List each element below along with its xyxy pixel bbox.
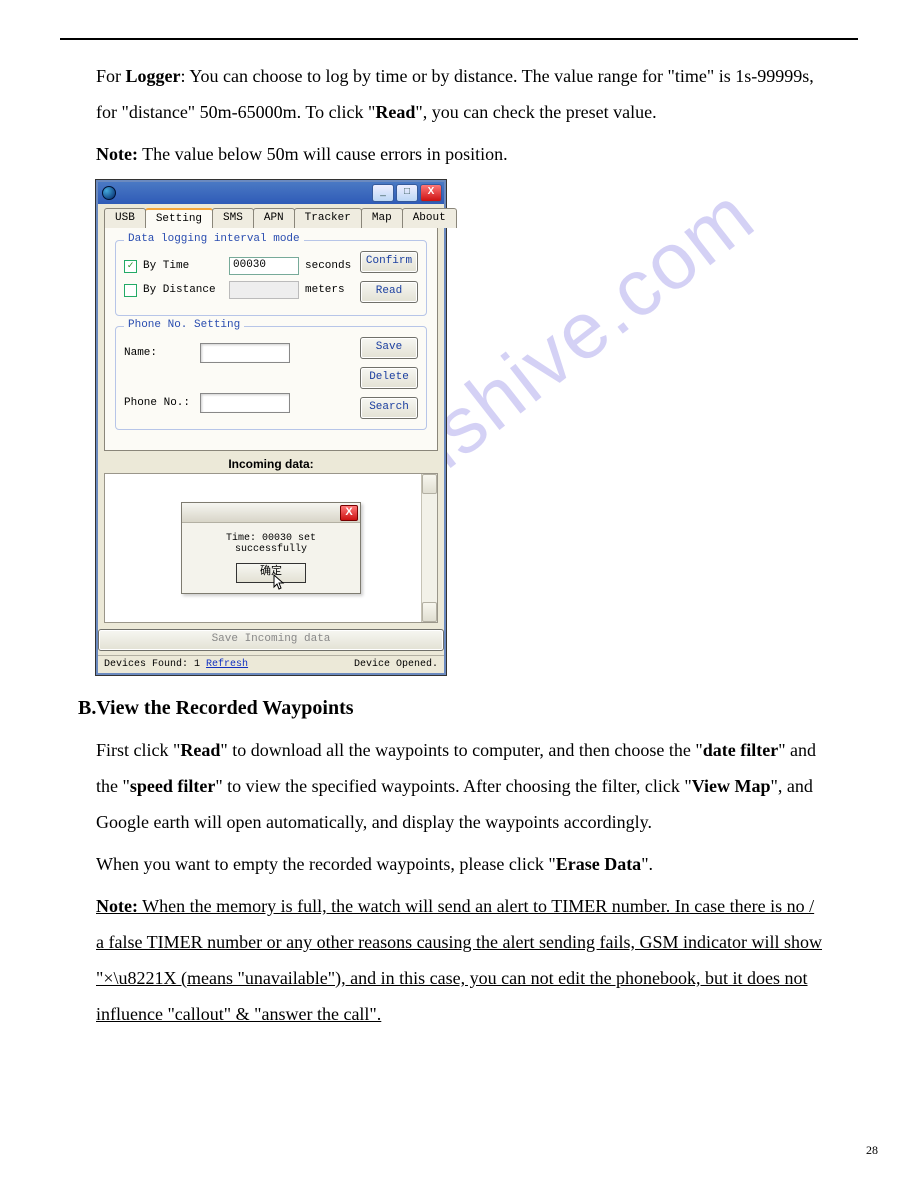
- close-button[interactable]: X: [420, 184, 442, 202]
- cursor-icon: [273, 574, 287, 592]
- page-number: 28: [866, 1143, 878, 1158]
- t: speed filter: [130, 776, 215, 796]
- intro-paragraphs: For Logger: You can choose to log by tim…: [96, 58, 822, 172]
- t: ", you can check the preset value.: [415, 102, 656, 122]
- section-b-body: First click "Read" to download all the w…: [96, 732, 822, 1032]
- t: date filter: [703, 740, 778, 760]
- label-name: Name:: [124, 347, 194, 359]
- tab-strip: USB Setting SMS APN Tracker Map About: [98, 204, 444, 228]
- minimize-button[interactable]: _: [372, 184, 394, 202]
- row-by-distance: ✓ By Distance meters: [124, 281, 360, 299]
- read-button[interactable]: Read: [360, 281, 418, 303]
- para-b1: First click "Read" to download all the w…: [96, 732, 822, 840]
- group-logging: Data logging interval mode ✓ By Time 000…: [115, 240, 427, 316]
- label-phone: Phone No.:: [124, 397, 194, 409]
- status-right: Device Opened.: [354, 659, 438, 670]
- dialog-ok-button[interactable]: 确定: [236, 563, 306, 583]
- label-meters: meters: [305, 284, 345, 296]
- group-phone: Phone No. Setting Name: Phone No.: Save …: [115, 326, 427, 430]
- app-icon: [102, 186, 116, 200]
- incoming-heading: Incoming data:: [98, 457, 444, 471]
- t: First click ": [96, 740, 180, 760]
- t: " to download all the waypoints to compu…: [220, 740, 702, 760]
- t: Note:: [96, 144, 138, 164]
- dialog-titlebar: X: [182, 503, 360, 523]
- para-b-note: Note: When the memory is full, the watch…: [96, 888, 822, 1032]
- tab-sms[interactable]: SMS: [212, 208, 254, 228]
- t: For: [96, 66, 126, 86]
- status-bar: Devices Found: 1 Refresh Device Opened.: [98, 655, 444, 673]
- row-name: Name:: [124, 343, 360, 363]
- checkbox-by-time[interactable]: ✓: [124, 260, 137, 273]
- para-logger: For Logger: You can choose to log by tim…: [96, 58, 822, 130]
- phone-buttons: Save Delete Search: [360, 337, 418, 419]
- input-name[interactable]: [200, 343, 290, 363]
- section-b-heading: B.View the Recorded Waypoints: [78, 697, 858, 720]
- tab-about[interactable]: About: [402, 208, 457, 228]
- label-seconds: seconds: [305, 260, 351, 272]
- input-by-distance[interactable]: [229, 281, 299, 299]
- scrollbar[interactable]: [421, 474, 437, 622]
- dialog-text: Time: 00030 set successfully: [190, 533, 352, 555]
- tab-setting[interactable]: Setting: [145, 208, 213, 228]
- label-by-distance: By Distance: [143, 284, 223, 296]
- status-left: Devices Found: 1 Refresh: [104, 659, 248, 670]
- checkbox-by-distance[interactable]: ✓: [124, 284, 137, 297]
- scroll-down-icon[interactable]: [422, 602, 437, 622]
- input-by-time[interactable]: 00030: [229, 257, 299, 275]
- titlebar: _ □ X: [98, 180, 444, 204]
- message-dialog: X Time: 00030 set successfully 确定: [181, 502, 361, 594]
- dialog-body: Time: 00030 set successfully 确定: [182, 523, 360, 593]
- save-incoming-button[interactable]: Save Incoming data: [98, 629, 444, 651]
- t: Note:: [96, 896, 138, 916]
- dialog-close-button[interactable]: X: [340, 505, 358, 521]
- save-incoming-row: Save Incoming data: [98, 629, 444, 651]
- t: " to view the specified waypoints. After…: [215, 776, 691, 796]
- window-buttons: _ □ X: [372, 184, 442, 202]
- settings-panel: Data logging interval mode ✓ By Time 000…: [104, 228, 438, 451]
- app-window: _ □ X USB Setting SMS APN Tracker Map Ab…: [96, 180, 446, 675]
- search-button[interactable]: Search: [360, 397, 418, 419]
- t: Devices Found: 1: [104, 659, 206, 670]
- label-by-time: By Time: [143, 260, 223, 272]
- para-b2: When you want to empty the recorded wayp…: [96, 846, 822, 882]
- tab-usb[interactable]: USB: [104, 208, 146, 228]
- t: ".: [641, 854, 653, 874]
- row-by-time: ✓ By Time 00030 seconds: [124, 257, 360, 275]
- tab-apn[interactable]: APN: [253, 208, 295, 228]
- t: Erase Data: [556, 854, 641, 874]
- save-button[interactable]: Save: [360, 337, 418, 359]
- t: Logger: [126, 66, 181, 86]
- t: View Map: [692, 776, 771, 796]
- scroll-up-icon[interactable]: [422, 474, 437, 494]
- para-note1: Note: The value below 50m will cause err…: [96, 136, 822, 172]
- refresh-link[interactable]: Refresh: [206, 659, 248, 670]
- t: The value below 50m will cause errors in…: [138, 144, 508, 164]
- t: When the memory is full, the watch will …: [96, 896, 822, 1024]
- top-rule: [60, 38, 858, 40]
- tab-tracker[interactable]: Tracker: [294, 208, 362, 228]
- tab-map[interactable]: Map: [361, 208, 403, 228]
- t: Read: [375, 102, 415, 122]
- logging-buttons: Confirm Read: [360, 251, 418, 305]
- delete-button[interactable]: Delete: [360, 367, 418, 389]
- group-phone-legend: Phone No. Setting: [124, 319, 244, 331]
- row-phone: Phone No.:: [124, 393, 360, 413]
- t: When you want to empty the recorded wayp…: [96, 854, 556, 874]
- group-logging-legend: Data logging interval mode: [124, 233, 304, 245]
- incoming-box: X Time: 00030 set successfully 确定: [104, 473, 438, 623]
- input-phone[interactable]: [200, 393, 290, 413]
- t: Read: [180, 740, 220, 760]
- maximize-button[interactable]: □: [396, 184, 418, 202]
- confirm-button[interactable]: Confirm: [360, 251, 418, 273]
